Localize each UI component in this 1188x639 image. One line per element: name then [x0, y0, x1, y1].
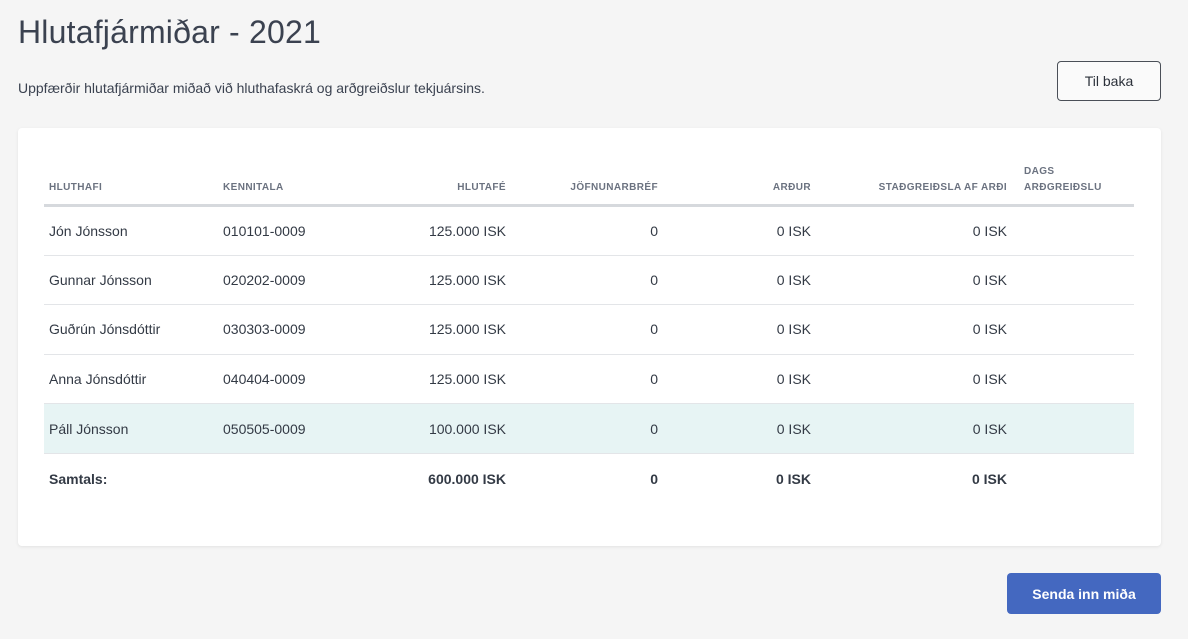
cell-dags-ardgreidslu	[1012, 304, 1134, 355]
column-header-hlutafe[interactable]: HLUTAFÉ	[338, 164, 511, 207]
cell-hluthafi: Guðrún Jónsdóttir	[44, 304, 218, 355]
cell-dags-ardgreidslu	[1012, 354, 1134, 405]
cell-jofnunarbref: 0	[511, 403, 663, 454]
cell-stadgreidsla: 0 ISK	[816, 403, 1012, 454]
cell-jofnunarbref: 0	[511, 354, 663, 405]
cell-dags-ardgreidslu	[1012, 205, 1134, 256]
page-title: Hlutafjármiðar - 2021	[18, 14, 321, 50]
total-stadgreidsla: 0 ISK	[971, 470, 1007, 487]
total-label: Samtals:	[49, 470, 108, 487]
shareholder-table-card: HLUTHAFI KENNITALA HLUTAFÉ JÖFNUNARBRÉF …	[18, 128, 1161, 546]
cell-stadgreidsla: 0 ISK	[816, 354, 1012, 405]
cell-dags-ardgreidslu	[1012, 403, 1134, 454]
column-header-jofnunarbref[interactable]: JÖFNUNARBRÉF	[511, 164, 663, 207]
cell-hluthafi: Jón Jónsson	[44, 205, 218, 256]
table-row[interactable]: Gunnar Jónsson 020202-0009 125.000 ISK 0…	[44, 255, 1134, 306]
column-header-kennitala[interactable]: KENNITALA	[218, 164, 338, 207]
table-row[interactable]: Jón Jónsson 010101-0009 125.000 ISK 0 0 …	[44, 205, 1134, 256]
total-jofnunarbref: 0	[650, 470, 658, 487]
column-header-ardur[interactable]: ARÐUR	[663, 164, 816, 207]
cell-ardur: 0 ISK	[663, 403, 816, 454]
back-button[interactable]: Til baka	[1057, 61, 1161, 101]
cell-hluthafi: Páll Jónsson	[44, 403, 218, 454]
table-header-row: HLUTHAFI KENNITALA HLUTAFÉ JÖFNUNARBRÉF …	[44, 164, 1134, 207]
cell-dags-ardgreidslu	[1012, 255, 1134, 306]
column-header-dags-ardgreidslu[interactable]: DAGS ARÐGREIÐSLU	[1012, 164, 1134, 207]
cell-jofnunarbref: 0	[511, 304, 663, 355]
total-hlutafe: 600.000 ISK	[428, 470, 506, 487]
cell-hlutafe: 125.000 ISK	[338, 255, 511, 306]
cell-kennitala: 030303-0009	[218, 304, 338, 355]
cell-kennitala: 020202-0009	[218, 255, 338, 306]
cell-hluthafi: Gunnar Jónsson	[44, 255, 218, 306]
cell-kennitala: 040404-0009	[218, 354, 338, 405]
cell-kennitala: 050505-0009	[218, 403, 338, 454]
table-row-highlighted[interactable]: Páll Jónsson 050505-0009 100.000 ISK 0 0…	[44, 403, 1134, 454]
cell-ardur: 0 ISK	[663, 354, 816, 405]
cell-ardur: 0 ISK	[663, 205, 816, 256]
cell-jofnunarbref: 0	[511, 205, 663, 256]
cell-hluthafi: Anna Jónsdóttir	[44, 354, 218, 405]
cell-hlutafe: 125.000 ISK	[338, 304, 511, 355]
column-header-hluthafi[interactable]: HLUTHAFI	[44, 164, 218, 207]
cell-stadgreidsla: 0 ISK	[816, 255, 1012, 306]
cell-kennitala: 010101-0009	[218, 205, 338, 256]
cell-hlutafe: 100.000 ISK	[338, 403, 511, 454]
page-subtitle: Uppfærðir hlutafjármiðar miðað við hluth…	[18, 80, 485, 96]
column-header-stadgreidsla[interactable]: STAÐGREIÐSLA AF ARÐI	[816, 164, 1012, 207]
total-kennitala-empty	[218, 453, 338, 503]
cell-hlutafe: 125.000 ISK	[338, 354, 511, 405]
cell-jofnunarbref: 0	[511, 255, 663, 306]
table-row[interactable]: Anna Jónsdóttir 040404-0009 125.000 ISK …	[44, 354, 1134, 405]
cell-ardur: 0 ISK	[663, 255, 816, 306]
cell-stadgreidsla: 0 ISK	[816, 205, 1012, 256]
cell-stadgreidsla: 0 ISK	[816, 304, 1012, 355]
total-ardur: 0 ISK	[775, 470, 811, 487]
table-row[interactable]: Guðrún Jónsdóttir 030303-0009 125.000 IS…	[44, 304, 1134, 355]
total-row: Samtals: 600.000 ISK 0 0 ISK 0 ISK	[44, 453, 1134, 503]
submit-button[interactable]: Senda inn miða	[1007, 573, 1161, 614]
shareholder-table: HLUTHAFI KENNITALA HLUTAFÉ JÖFNUNARBRÉF …	[44, 164, 1134, 503]
cell-ardur: 0 ISK	[663, 304, 816, 355]
total-dags-empty	[1012, 453, 1134, 503]
cell-hlutafe: 125.000 ISK	[338, 205, 511, 256]
